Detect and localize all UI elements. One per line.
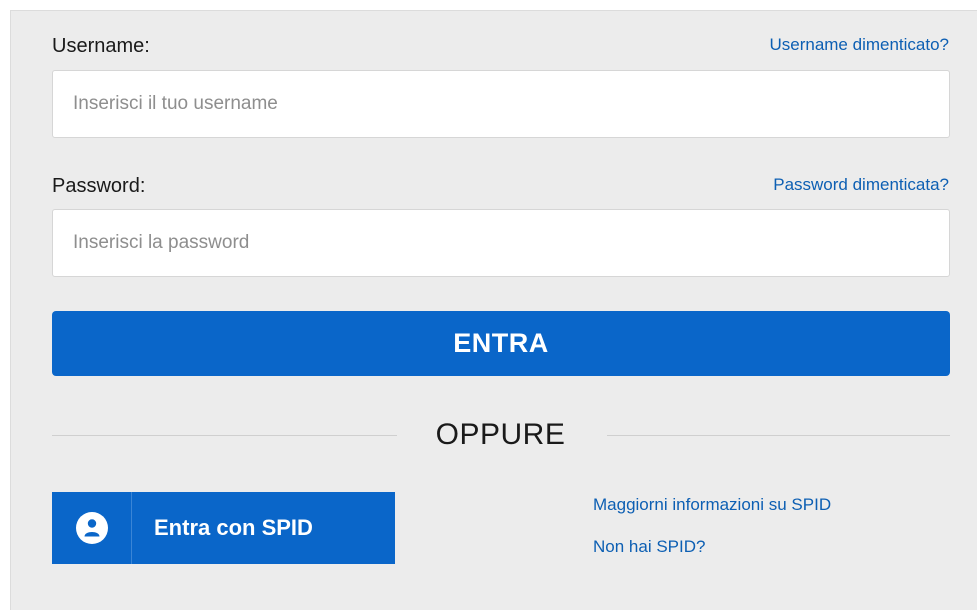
username-label: Username: bbox=[52, 35, 150, 57]
no-spid-link[interactable]: Non hai SPID? bbox=[593, 537, 705, 557]
spid-login-button[interactable]: Entra con SPID bbox=[52, 492, 395, 564]
forgot-username-link[interactable]: Username dimenticato? bbox=[769, 35, 949, 55]
login-panel: Username: Username dimenticato? Password… bbox=[10, 10, 977, 610]
spid-icon-container bbox=[52, 492, 132, 564]
divider-line-right bbox=[607, 435, 950, 436]
username-input[interactable] bbox=[52, 70, 950, 138]
login-button[interactable]: ENTRA bbox=[52, 311, 950, 376]
user-icon bbox=[75, 512, 108, 544]
forgot-password-link[interactable]: Password dimenticata? bbox=[773, 175, 949, 195]
password-label: Password: bbox=[52, 175, 146, 197]
spid-button-label: Entra con SPID bbox=[154, 515, 313, 540]
password-input[interactable] bbox=[52, 209, 950, 277]
spid-more-info-link[interactable]: Maggiorni informazioni su SPID bbox=[593, 495, 831, 515]
